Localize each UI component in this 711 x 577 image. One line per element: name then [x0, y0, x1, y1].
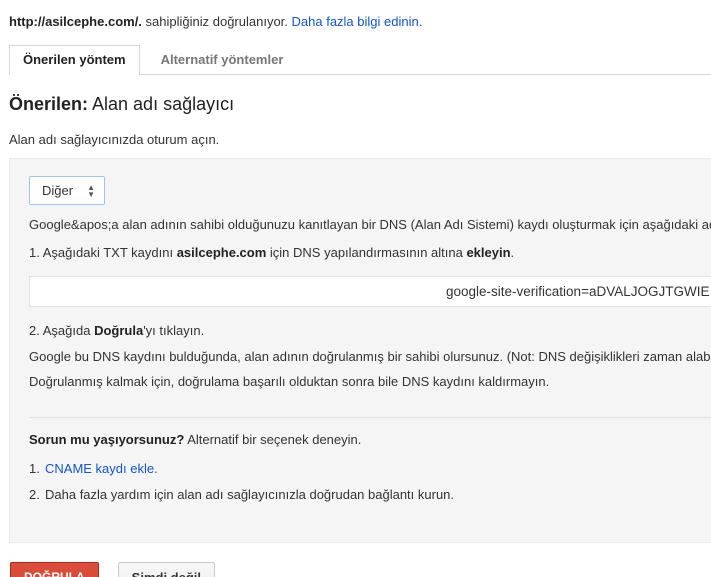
trouble-heading: Sorun mu yaşıyorsunuz? Alternatif bir se… — [29, 432, 362, 447]
cname-record-link[interactable]: CNAME kaydı ekle. — [45, 462, 158, 476]
txt-record-value: google-site-verification=aDVALJOGJTGWIE — [446, 284, 710, 299]
recommended-label: Önerilen: — [9, 94, 89, 114]
note-record-found: Google bu DNS kaydını bulduğunda, alan a… — [29, 349, 711, 364]
tab-recommended-method[interactable]: Önerilen yöntem — [9, 45, 140, 75]
txt-record-field[interactable]: google-site-verification=aDVALJOGJTGWIE — [29, 276, 711, 307]
viewport: http://asilcephe.com/. sahipliğiniz doğr… — [0, 0, 711, 577]
recommended-heading: Önerilen: Alan adı sağlayıcı — [9, 94, 711, 115]
note-keep-record: Doğrulanmış kalmak için, doğrulama başar… — [29, 374, 550, 389]
site-url: http://asilcephe.com/. — [9, 14, 142, 29]
step-1: 1. Aşağıdaki TXT kaydını asilcephe.com i… — [29, 245, 515, 260]
alternative-options-list: 1. CNAME kaydı ekle. 2. Daha fazla yardı… — [29, 462, 711, 502]
contact-provider-text: Daha fazla yardım için alan adı sağlayıc… — [45, 487, 455, 502]
action-bar: DOĞRULA Şimdi değil — [10, 562, 711, 577]
learn-more-link[interactable]: Daha fazla bilgi edinin. — [292, 14, 423, 29]
not-now-button[interactable]: Şimdi değil — [117, 562, 216, 577]
dns-instructions-panel: Diğer ▲ ▼ Google&apos;a alan adının sahi… — [9, 158, 711, 543]
status-line: http://asilcephe.com/. sahipliğiniz doğr… — [9, 14, 711, 29]
verify-button[interactable]: DOĞRULA — [10, 562, 99, 577]
panel-divider — [29, 417, 711, 418]
verification-page: http://asilcephe.com/. sahipliğiniz doğr… — [0, 0, 711, 577]
status-text: sahipliğiniz doğrulanıyor. — [141, 14, 292, 29]
recommended-method: Alan adı sağlayıcı — [88, 94, 235, 114]
sign-in-instruction: Alan adı sağlayıcınızda oturum açın. — [9, 132, 220, 147]
step-2: 2. Aşağıda Doğrula'yı tıklayın. — [29, 323, 205, 338]
updown-arrows-icon: ▲ ▼ — [87, 182, 95, 199]
domain-name: asilcephe.com — [176, 245, 267, 260]
dns-intro-text: Google&apos;a alan adının sahibi olduğun… — [29, 217, 711, 232]
list-item: 1. CNAME kaydı ekle. — [29, 461, 158, 476]
domain-provider-select[interactable]: Diğer ▲ ▼ — [29, 176, 105, 205]
tab-bar: Önerilen yöntem Alternatif yöntemler — [9, 45, 711, 75]
selected-provider: Diğer — [42, 183, 74, 198]
list-item: 2. Daha fazla yardım için alan adı sağla… — [29, 487, 455, 502]
tab-alternative-methods[interactable]: Alternatif yöntemler — [148, 46, 297, 74]
